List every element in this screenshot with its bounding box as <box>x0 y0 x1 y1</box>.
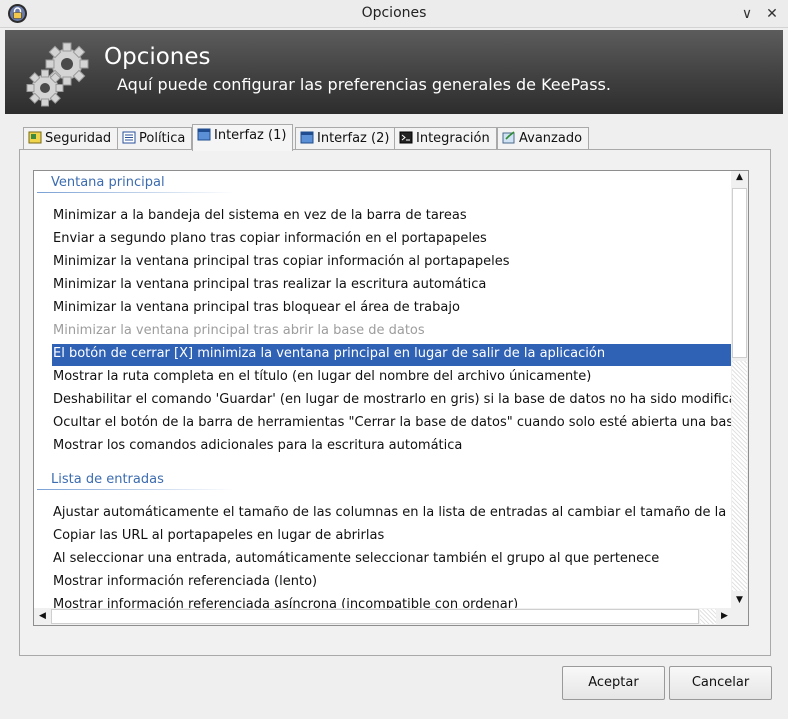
tab-label: Integración <box>416 131 490 146</box>
cancel-button[interactable]: Cancelar <box>669 666 772 700</box>
option-label: Mostrar los comandos adicionales para la… <box>53 438 463 453</box>
option-label: Minimizar la ventana principal tras bloq… <box>53 300 460 315</box>
option-minimize-after-open: Minimizar la ventana principal tras abri… <box>52 321 732 343</box>
ok-button[interactable]: Aceptar <box>562 666 665 700</box>
tab-politica[interactable]: Política <box>117 127 193 150</box>
tab-label: Interfaz (1) <box>214 128 287 143</box>
scroll-down-icon[interactable]: ▼ <box>731 595 748 605</box>
option-minimize-after-lock[interactable]: Minimizar la ventana principal tras bloq… <box>52 298 732 320</box>
window-icon <box>197 128 211 141</box>
option-label: Minimizar la ventana principal tras real… <box>53 277 487 292</box>
shield-icon <box>28 131 42 144</box>
minimize-button[interactable]: ∨ <box>737 4 757 24</box>
tab-strip: Seguridad Política Interfaz (1) Interfaz… <box>21 124 771 151</box>
option-label: Mostrar la ruta completa en el título (e… <box>53 369 592 384</box>
option-background-after-copy[interactable]: Enviar a segundo plano tras copiar infor… <box>52 229 732 251</box>
window-title: Opciones <box>361 5 427 21</box>
option-minimize-to-tray[interactable]: Minimizar a la bandeja del sistema en ve… <box>52 206 732 228</box>
option-label: Enviar a segundo plano tras copiar infor… <box>53 231 487 246</box>
option-autoresize-columns[interactable]: Ajustar automáticamente el tamaño de las… <box>52 503 732 525</box>
option-disable-save-command[interactable]: Deshabilitar el comando 'Guardar' (en lu… <box>52 390 732 412</box>
tab-label: Seguridad <box>45 131 112 146</box>
option-minimize-after-copy[interactable]: Minimizar la ventana principal tras copi… <box>52 252 732 274</box>
option-full-path-in-title[interactable]: Mostrar la ruta completa en el título (e… <box>52 367 732 389</box>
option-label: Mostrar información referenciada (lento) <box>53 574 318 589</box>
gears-icon <box>26 42 89 107</box>
option-label: El botón de cerrar [X] minimiza la venta… <box>53 346 606 361</box>
tab-label: Política <box>139 131 186 146</box>
scroll-up-icon[interactable]: ▲ <box>731 172 748 182</box>
terminal-icon <box>399 131 413 144</box>
scrollbar-track[interactable] <box>700 609 716 624</box>
scrollbar-thumb[interactable] <box>51 609 699 624</box>
option-label: Minimizar la ventana principal tras copi… <box>53 254 510 269</box>
option-label: Al seleccionar una entrada, automáticame… <box>53 551 660 566</box>
tab-interfaz-1[interactable]: Interfaz (1) <box>192 124 294 151</box>
group-divider <box>37 192 235 193</box>
banner-subtitle: Aquí puede configurar las preferencias g… <box>117 75 611 94</box>
option-show-autotype-commands[interactable]: Mostrar los comandos adicionales para la… <box>52 436 732 458</box>
scroll-left-icon[interactable]: ◀ <box>34 611 51 621</box>
group-divider <box>37 489 235 490</box>
option-close-button-minimizes[interactable]: El botón de cerrar [X] minimiza la venta… <box>52 344 732 366</box>
header-banner: Opciones Aquí puede configurar las prefe… <box>5 30 783 114</box>
option-hide-close-db-button[interactable]: Ocultar el botón de la barra de herramie… <box>52 413 732 435</box>
title-bar: Opciones ∨ ✕ <box>0 0 788 28</box>
option-label: Deshabilitar el comando 'Guardar' (en lu… <box>53 392 732 407</box>
option-minimize-after-autotype[interactable]: Minimizar la ventana principal tras real… <box>52 275 732 297</box>
option-copy-urls[interactable]: Copiar las URL al portapapeles en lugar … <box>52 526 732 548</box>
group-header-ventana-principal: Ventana principal <box>51 175 165 190</box>
scrollbar-track[interactable] <box>732 361 747 591</box>
option-select-group-on-entry[interactable]: Al seleccionar una entrada, automáticame… <box>52 549 732 571</box>
tab-avanzado[interactable]: Avanzado <box>497 127 590 150</box>
option-label: Minimizar la ventana principal tras abri… <box>53 323 425 338</box>
option-label: Ajustar automáticamente el tamaño de las… <box>53 505 732 520</box>
banner-title: Opciones <box>104 44 211 70</box>
option-label: Copiar las URL al portapapeles en lugar … <box>53 528 385 543</box>
tab-integracion[interactable]: Integración <box>394 127 497 150</box>
close-button[interactable]: ✕ <box>762 4 782 24</box>
options-list[interactable]: Ventana principal Minimizar a la bandeja… <box>33 170 749 626</box>
list-icon <box>122 131 136 144</box>
advanced-icon <box>502 131 515 144</box>
group-header-lista-de-entradas: Lista de entradas <box>51 472 164 487</box>
option-label: Ocultar el botón de la barra de herramie… <box>53 415 732 430</box>
horizontal-scrollbar[interactable]: ◀ ▶ <box>34 608 733 625</box>
tab-label: Avanzado <box>519 131 583 146</box>
vertical-scrollbar[interactable]: ▲ ▼ <box>731 171 748 609</box>
tab-interfaz-2[interactable]: Interfaz (2) <box>295 127 397 150</box>
option-label: Minimizar a la bandeja del sistema en ve… <box>53 208 467 223</box>
tab-seguridad[interactable]: Seguridad <box>23 127 119 150</box>
option-show-referenced-info[interactable]: Mostrar información referenciada (lento) <box>52 572 732 594</box>
tab-label: Interfaz (2) <box>317 131 390 146</box>
scrollbar-thumb[interactable] <box>732 188 747 358</box>
window-icon <box>300 131 314 144</box>
scrollbar-corner <box>731 607 748 625</box>
